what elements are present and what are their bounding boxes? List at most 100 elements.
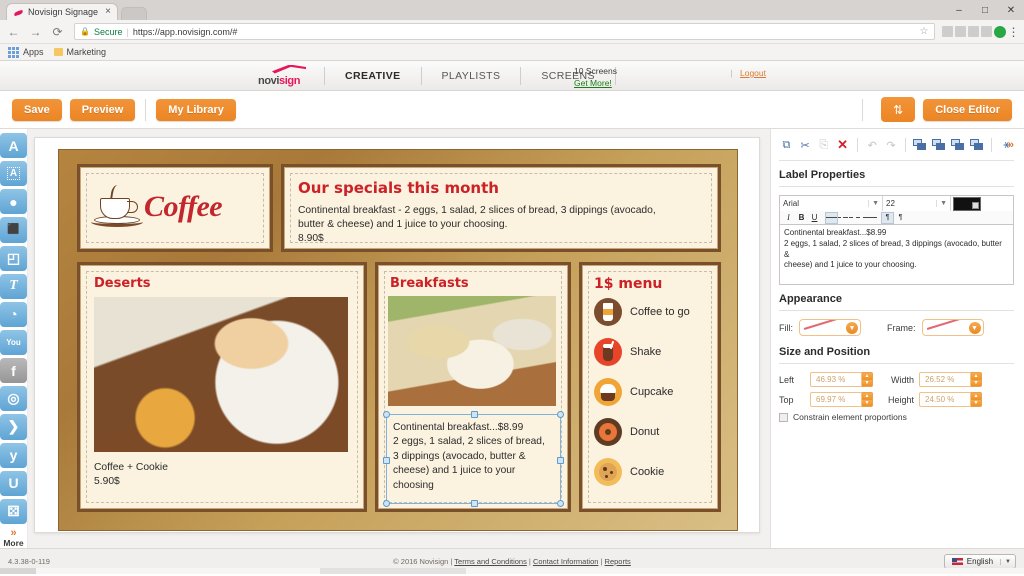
canvas-specials-panel[interactable]: Our specials this month Continental brea… [281,164,721,252]
copy-icon[interactable]: ⧉ [779,138,794,153]
back-icon[interactable]: ← [4,22,23,41]
delete-icon[interactable]: ✕ [835,138,850,153]
ltr-button[interactable]: ¶ [881,212,894,224]
selected-text-element[interactable]: Continental breakfast...$8.99 2 eggs, 1 … [386,414,561,504]
italic-button[interactable]: I [782,212,795,224]
width-input[interactable]: 26.52 % [919,372,971,387]
width-spin-arrows[interactable]: ▲ ▼ [971,372,982,387]
sidebar-item-label-widget[interactable]: A [0,161,27,186]
left-input[interactable]: 46.93 % [810,372,862,387]
menu-item-donut[interactable]: Donut [594,418,659,446]
forward-icon[interactable]: → [26,22,45,41]
sidebar-item-rich-text-widget[interactable]: T [0,274,27,299]
font-color-swatch[interactable] [953,197,981,211]
resize-handle-w[interactable] [383,457,390,464]
canvas-breakfasts-panel[interactable]: Breakfasts Continental breakfast...$8.99… [375,262,571,512]
browser-menu-icon[interactable]: ⋮ [1008,25,1021,39]
underline-button[interactable]: U [808,212,821,224]
top-spin-arrows[interactable]: ▲ ▼ [862,392,873,407]
specials-title[interactable]: Our specials this month [298,179,499,197]
left-spin-arrows[interactable]: ▲ ▼ [862,372,873,387]
logout-link[interactable]: Logout [740,68,766,78]
height-stepper[interactable]: 24.50 % ▲ ▼ [919,392,982,407]
sidebar-item-rss-widget[interactable]: ◔ [0,302,27,327]
menu-item-shake[interactable]: Shake [594,338,661,366]
save-button[interactable]: Save [12,99,62,121]
resize-handle-e[interactable] [557,457,564,464]
scrollbar-thumb[interactable] [320,568,466,574]
maximize-button[interactable]: □ [972,0,998,20]
spin-down-icon[interactable]: ▼ [862,380,872,387]
sidebar-item-slideshow-widget[interactable]: ◰ [0,246,27,271]
align-justify-button[interactable] [864,212,877,224]
breakfasts-title[interactable]: Breakfasts [390,276,469,291]
canvas-dollar-menu-panel[interactable]: 1$ menu Coffee to go [579,262,721,512]
preview-button[interactable]: Preview [70,99,136,121]
sidebar-item-ustream-widget[interactable]: U [0,471,27,496]
rtl-button[interactable]: ¶ [894,212,907,224]
spin-down-icon[interactable]: ▼ [862,400,872,407]
text-content-textarea[interactable]: Continental breakfast...$8.99 2 eggs, 1 … [779,225,1014,285]
close-editor-button[interactable]: Close Editor [923,99,1012,121]
sidebar-item-facebook-widget[interactable]: f [0,358,27,383]
deserts-title[interactable]: Deserts [94,276,151,291]
reports-link[interactable]: Reports [605,557,631,566]
extension-icon-1[interactable] [942,26,953,37]
address-bar[interactable]: 🔒 Secure | https://app.novisign.com/# ☆ [74,23,935,40]
bold-button[interactable]: B [795,212,808,224]
browser-tab[interactable]: Novisign Signage × [6,3,118,20]
new-tab-button[interactable] [121,7,147,20]
sidebar-item-youtube-widget[interactable]: You [0,330,27,355]
sidebar-more-button[interactable]: » More [3,529,23,548]
constrain-proportions-row[interactable]: Constrain element proportions [779,412,1014,422]
send-backward-icon[interactable] [951,139,966,151]
cut-icon[interactable]: ✂ [798,138,813,153]
design-stage[interactable]: Coffee Our specials this month Continent… [58,149,738,531]
resize-handle-se[interactable] [557,500,564,507]
menu-item-cupcake[interactable]: Cupcake [594,378,673,406]
extension-icon-4[interactable] [981,26,992,37]
align-right-button[interactable] [851,212,864,224]
font-size-select[interactable]: 22 ▼ [883,196,951,211]
constrain-checkbox[interactable] [779,413,788,422]
tab-close-icon[interactable]: × [105,7,111,17]
align-center-button[interactable] [838,212,851,224]
menu-item-coffee-to-go[interactable]: Coffee to go [594,298,690,326]
scrollbar-thumb-left[interactable] [0,568,36,574]
sidebar-item-image-widget[interactable]: ● [0,189,27,214]
left-stepper[interactable]: 46.93 % ▲ ▼ [810,372,873,387]
swap-orientation-button[interactable]: ⇅ [881,97,915,122]
paste-icon[interactable]: ⎘ [816,138,831,153]
align-left-button[interactable] [825,212,838,224]
deserts-photo[interactable] [94,297,348,452]
page-scrollbar[interactable] [0,568,1024,574]
top-input[interactable]: 69.97 % [810,392,862,407]
breakfasts-photo[interactable] [388,296,556,406]
novisign-logo[interactable]: novisign [258,65,314,87]
top-stepper[interactable]: 69.97 % ▲ ▼ [810,392,873,407]
resize-handle-n[interactable] [471,411,478,418]
redo-icon[interactable]: ↷ [884,138,899,153]
send-to-back-icon[interactable] [970,139,985,151]
height-spin-arrows[interactable]: ▲ ▼ [971,392,982,407]
expand-toolbar-icon[interactable]: » [1008,139,1014,151]
height-input[interactable]: 24.50 % [919,392,971,407]
sidebar-item-dice-widget[interactable]: ⚄ [0,499,27,524]
dollar-menu-title[interactable]: 1$ menu [594,276,662,292]
deserts-caption[interactable]: Coffee + Cookie 5.90$ [94,461,168,490]
canvas-deserts-panel[interactable]: Deserts Coffee + Cookie 5.90$ [77,262,367,512]
my-library-button[interactable]: My Library [156,99,236,121]
resize-handle-sw[interactable] [383,500,390,507]
bookmark-star-icon[interactable]: ☆ [920,26,929,37]
undo-icon[interactable]: ↶ [865,138,880,153]
specials-body[interactable]: Continental breakfast - 2 eggs, 1 salad,… [298,204,708,247]
frame-color-picker[interactable]: ▼ [922,319,984,336]
fill-color-picker[interactable]: ▼ [799,319,861,336]
window-close-button[interactable]: ✕ [998,0,1024,20]
menu-item-cookie[interactable]: Cookie [594,458,664,486]
nav-creative[interactable]: CREATIVE [335,70,411,82]
resize-handle-nw[interactable] [383,411,390,418]
terms-link[interactable]: Terms and Conditions [454,557,527,566]
sidebar-item-instagram-widget[interactable]: ◎ [0,386,27,411]
sidebar-item-text-widget[interactable]: A [0,133,27,158]
